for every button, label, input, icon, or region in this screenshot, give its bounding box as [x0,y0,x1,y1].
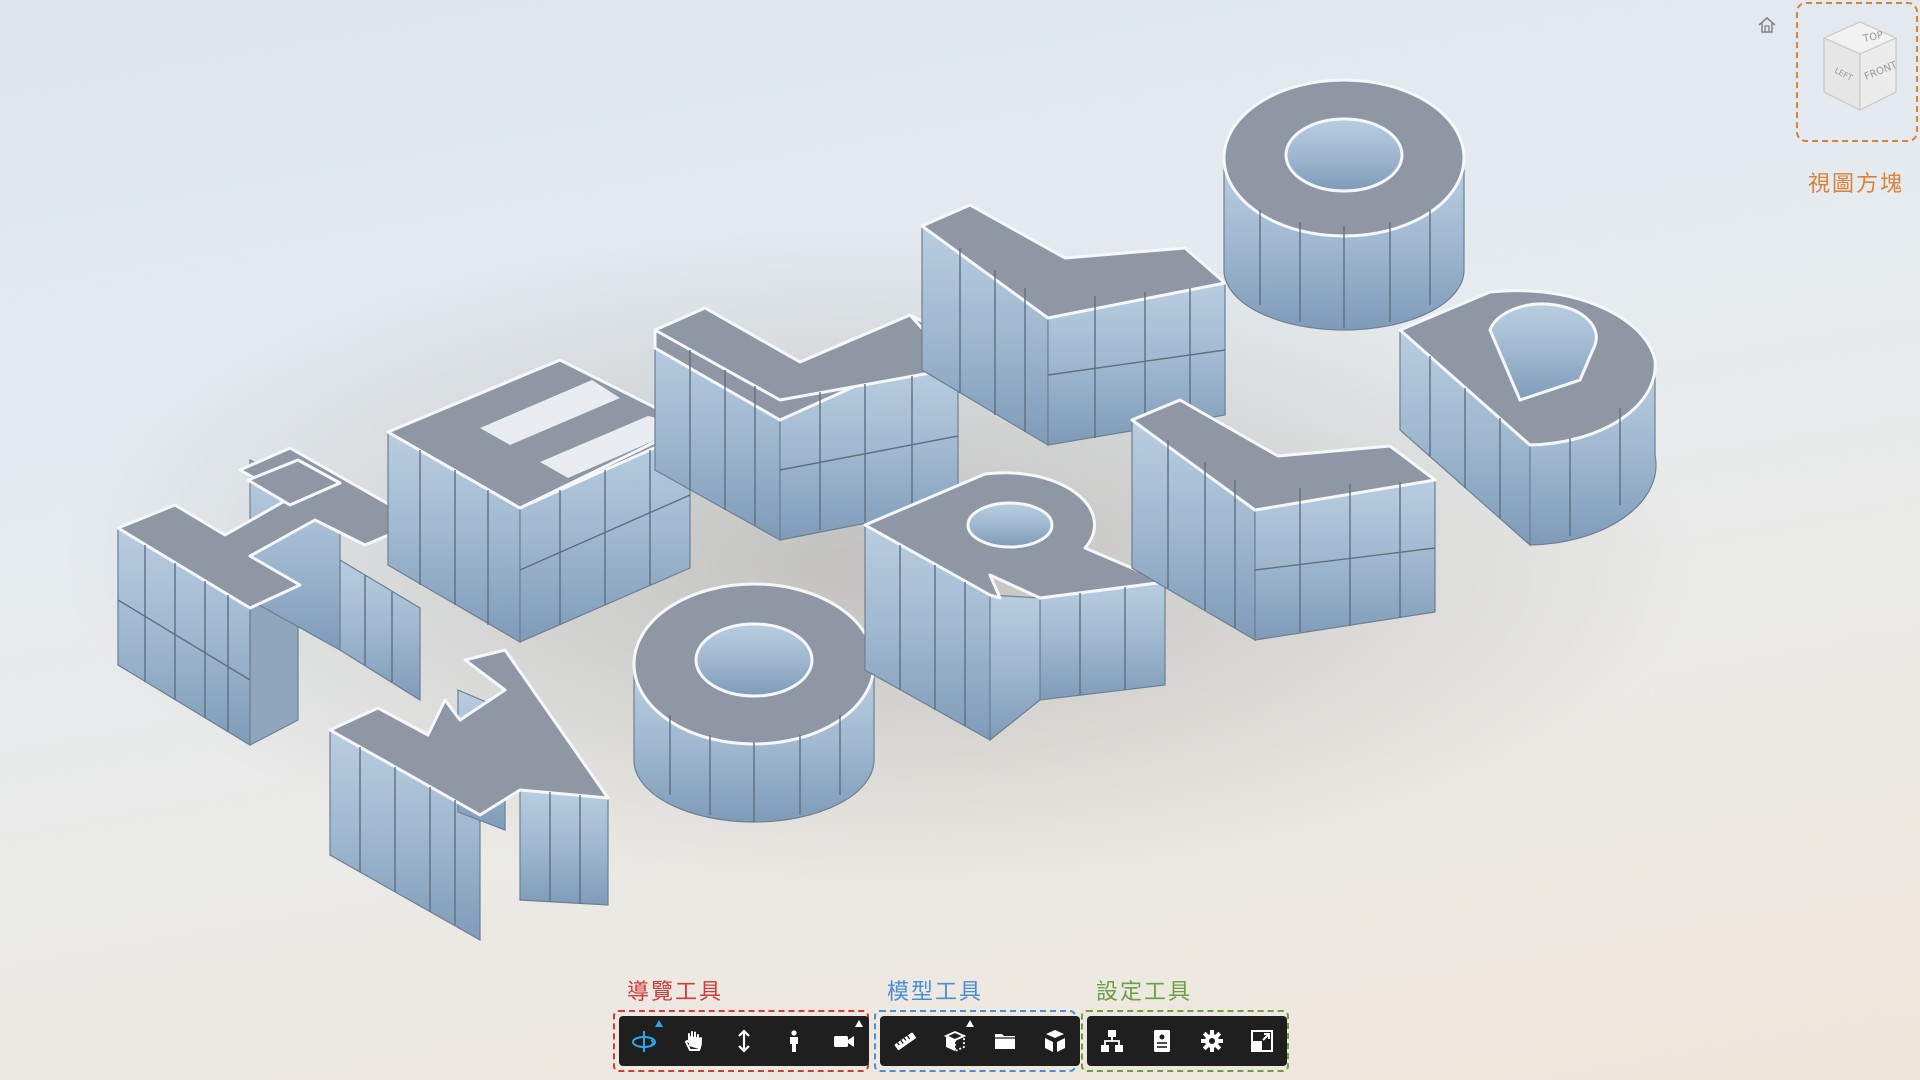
explode-cube-icon [1045,1030,1065,1052]
viewcube-caption: 視圖方塊 [1808,172,1905,197]
model-tools-caption: 模型工具 [887,980,984,1005]
navigation-tools-group [613,1010,869,1072]
section-menu-indicator [966,1020,974,1027]
settings-tools-group [1081,1010,1289,1072]
section-box-icon [943,1031,967,1053]
model-toolbar [880,1016,1080,1066]
orbit-icon [632,1031,656,1052]
ruler-icon [894,1032,916,1051]
gear-icon [1201,1030,1223,1052]
model-viewport[interactable] [0,0,1920,1080]
camera-icon [834,1036,854,1047]
properties-button[interactable] [1137,1016,1187,1066]
camera-menu-indicator [855,1020,863,1027]
hierarchy-icon [1101,1030,1123,1052]
zoom-button[interactable] [719,1016,769,1066]
navigation-toolbar [619,1016,869,1066]
first-person-button[interactable] [769,1016,819,1066]
camera-button[interactable] [819,1016,869,1066]
orbit-menu-indicator [655,1020,663,1027]
hand-icon [684,1031,702,1051]
model-browser-button[interactable] [980,1016,1030,1066]
properties-icon [1154,1030,1170,1052]
navigation-tools-caption: 導覽工具 [627,980,724,1005]
structure-button[interactable] [1087,1016,1137,1066]
letter-o-model[interactable] [1222,78,1466,331]
viewcube[interactable]: TOP FRONT LEFT [1812,14,1908,118]
folder-icon [995,1034,1015,1049]
settings-tools-caption: 設定工具 [1096,980,1193,1005]
zoom-arrows-icon [738,1029,750,1053]
model-tools-group [874,1010,1080,1072]
settings-toolbar [1087,1016,1287,1066]
section-button[interactable] [930,1016,980,1066]
letter-o-model-2[interactable] [632,582,876,823]
measure-button[interactable] [880,1016,930,1066]
pan-button[interactable] [669,1016,719,1066]
orbit-button[interactable] [619,1016,669,1066]
explode-button[interactable] [1030,1016,1080,1066]
settings-button[interactable] [1187,1016,1237,1066]
home-icon[interactable] [1756,14,1778,36]
person-icon [790,1030,798,1052]
fullscreen-button[interactable] [1237,1016,1287,1066]
fullscreen-icon [1251,1030,1273,1052]
